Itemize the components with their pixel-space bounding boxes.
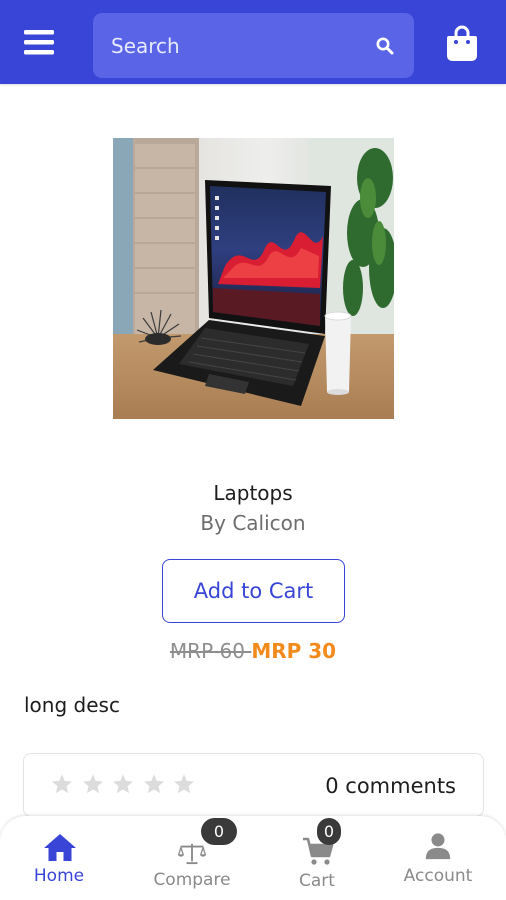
star-rating — [51, 773, 204, 795]
nav-cart-label: Cart — [299, 871, 335, 891]
star-icon[interactable] — [112, 773, 134, 795]
cart-count-badge: 0 — [317, 818, 341, 845]
search-icon[interactable] — [374, 35, 396, 57]
user-icon — [425, 833, 451, 860]
price-row: MRP 60 MRP 30 — [0, 639, 506, 663]
home-icon — [44, 834, 76, 861]
product-title: Laptops — [213, 481, 293, 505]
nav-cart[interactable]: 0 Cart — [262, 816, 372, 900]
nav-compare[interactable]: 0 Compare — [137, 816, 247, 900]
reviews-card: 0 comments — [23, 753, 484, 817]
product-description: long desc — [24, 693, 120, 717]
scale-icon — [178, 843, 206, 865]
add-to-cart-button[interactable]: Add to Cart — [162, 559, 345, 623]
hamburger-menu-icon — [24, 30, 54, 55]
menu-button[interactable] — [16, 22, 62, 62]
nav-home-label: Home — [33, 866, 85, 886]
nav-account[interactable]: Account — [383, 816, 493, 900]
star-icon[interactable] — [51, 773, 73, 795]
original-price: MRP 60 — [169, 639, 252, 663]
search-box — [93, 13, 414, 78]
shopping-bag-icon — [447, 25, 477, 61]
nav-account-label: Account — [403, 866, 473, 886]
nav-home[interactable]: Home — [4, 816, 114, 900]
search-input[interactable] — [93, 13, 363, 78]
product-brand: By Calicon — [200, 511, 306, 535]
shopping-bag-button[interactable] — [440, 20, 484, 66]
nav-compare-label: Compare — [153, 870, 231, 890]
star-icon[interactable] — [143, 773, 165, 795]
product-image — [113, 138, 394, 419]
comments-link[interactable]: 0 comments — [325, 774, 456, 798]
sale-price: MRP 30 — [251, 639, 337, 663]
product-detail-screen: Laptops By Calicon Add to Cart MRP 60 MR… — [0, 0, 506, 900]
compare-count-badge: 0 — [201, 818, 237, 845]
star-icon[interactable] — [173, 773, 195, 795]
bottom-navigation: Home 0 Compare 0 Cart Account — [0, 816, 506, 900]
app-header — [0, 0, 506, 84]
star-icon[interactable] — [82, 773, 104, 795]
